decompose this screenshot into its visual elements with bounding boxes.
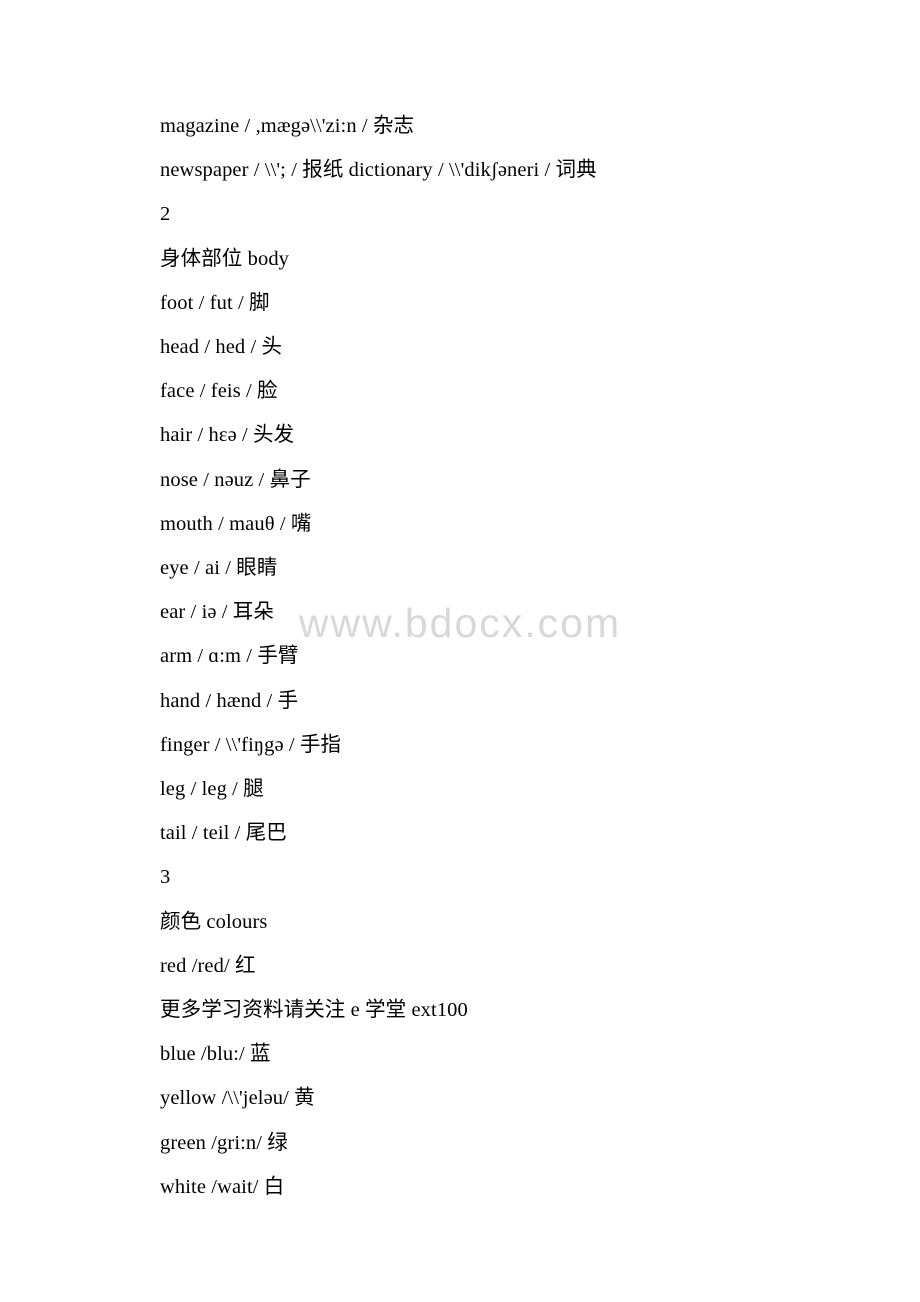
text-line: hair / hɛə / 头发 — [160, 424, 295, 447]
text-line: nose / nəuz / 鼻子 — [160, 468, 311, 491]
document-body: magazine / ,mægə\\'zi:n / 杂志 newspaper /… — [160, 104, 820, 1209]
text-line: 颜色 colours — [160, 910, 268, 933]
text-line: face / feis / 脸 — [160, 380, 278, 403]
text-line: green /gri:n/ 绿 — [160, 1131, 288, 1154]
text-line: magazine / ,mægə\\'zi:n / 杂志 — [160, 115, 415, 137]
text-line: mouth / mauθ / 嘴 — [160, 512, 312, 535]
text-line: head / hed / 头 — [160, 336, 283, 359]
text-line: 身体部位 body — [160, 247, 290, 270]
document-page: www.bdocx.com magazine / ,mægə\\'zi:n / … — [0, 0, 920, 1302]
text-line: leg / leg / 腿 — [160, 778, 264, 801]
text-line: arm / ɑ:m / 手臂 — [160, 645, 299, 668]
text-line: finger / \\'fiŋgə / 手指 — [160, 733, 342, 756]
text-line: foot / fut / 脚 — [160, 291, 270, 314]
text-line: tail / teil / 尾巴 — [160, 822, 287, 845]
text-line: hand / hænd / 手 — [160, 689, 299, 712]
text-line: 更多学习资料请关注 e 学堂 ext100 — [160, 999, 468, 1022]
text-line: white /wait/ 白 — [160, 1175, 285, 1198]
text-line: newspaper / \\'; / 报纸 dictionary / \\'di… — [160, 159, 597, 182]
text-line: 2 — [160, 203, 171, 226]
text-line: yellow /\\'jeləu/ 黄 — [160, 1087, 315, 1110]
text-line: ear / iə / 耳朵 — [160, 601, 275, 624]
text-line: 3 — [160, 866, 171, 889]
text-line: red /red/ 红 — [160, 954, 256, 977]
text-line: eye / ai / 眼睛 — [160, 557, 278, 580]
text-line: blue /blu:/ 蓝 — [160, 1043, 271, 1066]
